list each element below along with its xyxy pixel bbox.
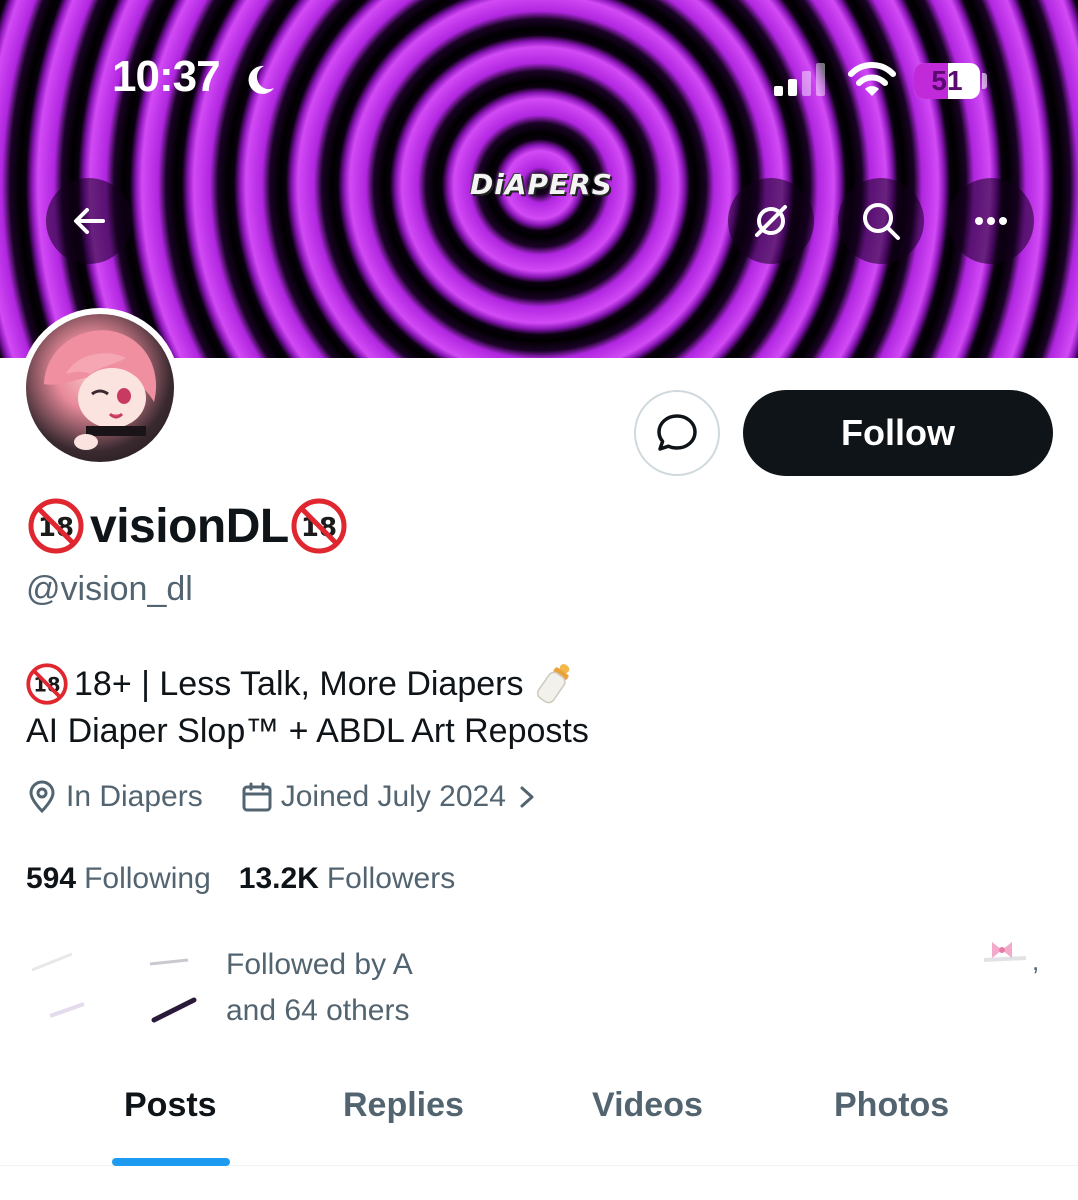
- follow-stats: 594 Following 13.2K Followers: [26, 862, 455, 896]
- no-under-18-icon: 18: [291, 498, 347, 554]
- location-item: In Diapers: [26, 780, 203, 814]
- tab-photos[interactable]: Photos: [834, 1086, 949, 1125]
- chevron-right-icon: [520, 786, 534, 808]
- profile-meta: In Diapers Joined July 2024: [26, 780, 536, 814]
- calendar-icon: [242, 782, 272, 812]
- display-name: visionDL: [90, 499, 289, 553]
- joined-text: Joined July 2024: [280, 780, 506, 813]
- battery-level: 51: [931, 65, 963, 96]
- followed-by-line: and 64 others: [226, 994, 410, 1027]
- followers-link[interactable]: 13.2K Followers: [239, 862, 455, 896]
- banner-label: DiAPERS: [470, 168, 613, 201]
- message-icon: [657, 414, 697, 451]
- no-under-18-icon: 18: [26, 663, 68, 705]
- follow-button[interactable]: Follow: [743, 390, 1053, 476]
- following-link[interactable]: 594 Following: [26, 862, 211, 896]
- signal-icon: [774, 63, 825, 96]
- status-time: 10:37: [112, 52, 221, 101]
- joined-item[interactable]: Joined July 2024: [241, 780, 536, 814]
- username-handle: @vision_dl: [26, 570, 193, 608]
- bio-line: 18 18+ | Less Talk, More Diapers: [26, 660, 575, 708]
- bio-text: AI Diaper Slop™ + ABDL Art Reposts: [26, 712, 589, 750]
- followers-label: Followers: [326, 862, 456, 895]
- more-button[interactable]: [948, 178, 1034, 264]
- no-under-18-icon: 18: [28, 498, 84, 554]
- followed-by-line: Followed by A: [226, 948, 413, 981]
- tab-videos[interactable]: Videos: [592, 1086, 703, 1125]
- message-button[interactable]: [634, 390, 720, 476]
- avatar[interactable]: [20, 308, 180, 468]
- bio-line: AI Diaper Slop™ + ABDL Art Reposts: [26, 712, 589, 751]
- battery-icon: 51: [914, 63, 980, 99]
- bow-icon: ,: [983, 942, 1039, 976]
- location-pin-icon: [29, 780, 55, 814]
- search-button[interactable]: [838, 178, 924, 264]
- active-tab-indicator: [112, 1158, 230, 1166]
- following-label: Following: [84, 862, 211, 895]
- wifi-icon: [848, 62, 896, 96]
- tab-replies[interactable]: Replies: [343, 1086, 464, 1125]
- grok-button[interactable]: [728, 178, 814, 264]
- baby-bottle-icon: [537, 664, 570, 704]
- moon-icon: [248, 65, 274, 94]
- arrow-left-icon: [74, 208, 105, 234]
- avatar-image: [26, 314, 174, 462]
- following-count: 594: [26, 862, 77, 895]
- svg-text:,: ,: [1032, 946, 1039, 976]
- bio-text: 18+ | Less Talk, More Diapers: [74, 664, 524, 703]
- location-text: In Diapers: [66, 780, 203, 813]
- followers-count: 13.2K: [238, 862, 319, 895]
- more-icon: [975, 217, 1007, 225]
- followed-by-text[interactable]: Followed by A and 64 others: [226, 942, 413, 1034]
- tab-posts[interactable]: Posts: [124, 1086, 217, 1125]
- grok-icon: [755, 205, 787, 237]
- back-button[interactable]: [46, 178, 132, 264]
- display-name-row: 18 visionDL 18: [28, 496, 347, 556]
- profile-tabs: Posts Replies Videos Photos: [0, 1060, 1078, 1166]
- followed-by-avatars[interactable]: [26, 940, 206, 1030]
- battery-nub: [982, 73, 987, 89]
- search-icon: [863, 203, 900, 240]
